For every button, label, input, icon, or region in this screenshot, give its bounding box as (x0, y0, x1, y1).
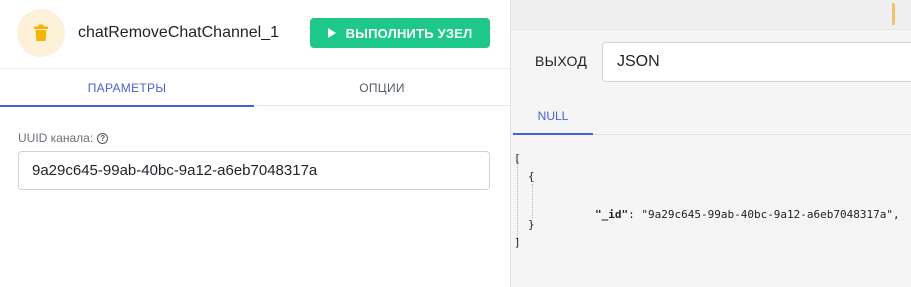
node-editor: chatRemoveChatChannel_1 ВЫПОЛНИТЬ УЗЕЛ П… (0, 0, 911, 287)
tab-null[interactable]: NULL (513, 98, 593, 135)
output-tabs: NULL (511, 98, 911, 135)
json-colon: : (628, 208, 642, 221)
indent-guide (517, 160, 518, 244)
node-title: chatRemoveChatChannel_1 (78, 24, 280, 41)
help-icon[interactable]: ? (97, 132, 109, 144)
run-node-button[interactable]: ВЫПОЛНИТЬ УЗЕЛ (310, 18, 490, 48)
json-open-bracket: [ (514, 152, 521, 165)
json-value: "9a29c645-99ab-40bc-9a12-a6eb7048317a", (641, 208, 900, 221)
json-entry: "_id": "9a29c645-99ab-40bc-9a12-a6eb7048… (542, 194, 900, 236)
json-open-brace: { (528, 170, 535, 183)
json-close-brace: } (528, 218, 535, 231)
run-node-label: ВЫПОЛНИТЬ УЗЕЛ (345, 25, 473, 41)
node-icon-badge (17, 9, 65, 57)
channel-uuid-input[interactable] (18, 151, 490, 190)
indent-guide (532, 184, 533, 218)
output-format-value: JSON (617, 53, 660, 70)
json-key: "_id" (594, 208, 629, 221)
channel-uuid-label: UUID канала: (18, 131, 94, 145)
output-label: ВЫХОД (535, 53, 588, 69)
parameters-panel: chatRemoveChatChannel_1 ВЫПОЛНИТЬ УЗЕЛ П… (0, 0, 510, 287)
output-panel: ВЫХОД JSON NULL [ { "_id": "9a29c645-99a… (511, 0, 911, 287)
json-close-bracket: ] (514, 236, 521, 249)
parameter-tabs: ПАРАМЕТРЫ ОПЦИИ (0, 68, 510, 107)
channel-uuid-field-label: UUID канала: ? (18, 131, 109, 145)
resize-marker (892, 3, 895, 25)
output-top-strip (511, 0, 911, 30)
output-format-select[interactable]: JSON (602, 42, 911, 82)
tab-parameters[interactable]: ПАРАМЕТРЫ (0, 69, 254, 107)
play-icon (327, 28, 336, 38)
trash-icon (34, 24, 48, 41)
node-header: chatRemoveChatChannel_1 ВЫПОЛНИТЬ УЗЕЛ (0, 0, 510, 68)
tab-options[interactable]: ОПЦИИ (254, 69, 510, 106)
